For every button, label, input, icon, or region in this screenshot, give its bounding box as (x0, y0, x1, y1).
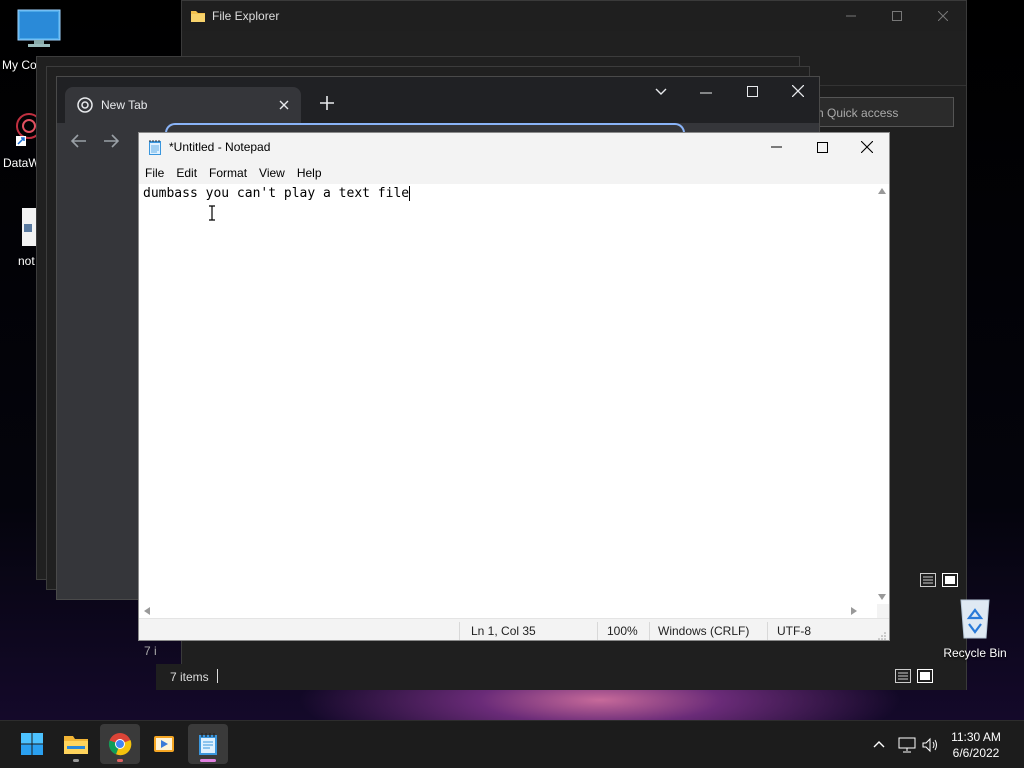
desktop: My Co DataW not File Explorer h Quick ac… (0, 0, 1024, 720)
notepad-maximize-button[interactable] (799, 133, 845, 161)
chrome-tab-strip: New Tab (57, 77, 819, 123)
chrome-tab-new-tab[interactable]: New Tab (65, 87, 301, 123)
menu-view[interactable]: View (253, 163, 291, 185)
status-encoding: UTF-8 (777, 624, 811, 638)
explorer-status-fragment: 7 i (144, 644, 157, 658)
chrome-tab-title: New Tab (101, 98, 148, 112)
text-cursor-icon (209, 205, 215, 221)
scroll-up-arrow-icon[interactable] (878, 188, 886, 194)
text-caret (409, 186, 411, 201)
notepad-close-button[interactable] (844, 133, 889, 161)
notepad-app-icon (149, 140, 161, 155)
running-indicator (200, 759, 216, 762)
chrome-logo-icon (108, 733, 132, 756)
maximize-icon (892, 11, 902, 21)
notepad-text-area[interactable]: dumbass you can't play a text file (139, 184, 875, 604)
status-cursor-position: Ln 1, Col 35 (471, 624, 536, 638)
maximize-icon (816, 141, 828, 153)
desktop-icon-recycle-bin[interactable]: Recycle Bin (940, 594, 1010, 660)
scroll-right-arrow-icon[interactable] (851, 607, 857, 615)
resize-grip-icon[interactable] (877, 631, 887, 641)
close-icon[interactable] (279, 100, 289, 110)
notepad-vertical-scrollbar[interactable] (875, 184, 889, 604)
explorer-maximize-button[interactable] (874, 1, 920, 31)
forward-arrow-icon[interactable] (103, 134, 119, 148)
status-zoom: 100% (607, 624, 638, 638)
taskbar-media-player[interactable] (144, 724, 184, 764)
volume-icon[interactable] (922, 737, 940, 753)
menu-edit[interactable]: Edit (170, 163, 203, 185)
running-indicator (73, 759, 79, 762)
explorer-status-divider (217, 669, 218, 683)
notepad-horizontal-scrollbar[interactable] (139, 604, 877, 618)
status-separator (459, 622, 460, 640)
menu-file[interactable]: File (139, 163, 170, 185)
windows-logo-icon (21, 733, 43, 755)
tab-search-chevron-icon[interactable] (655, 88, 667, 96)
notepad-app-icon (199, 733, 217, 755)
minimize-icon (770, 146, 782, 148)
explorer-item-count-visible: 7 items (170, 670, 209, 684)
status-line-ending: Windows (CRLF) (658, 624, 750, 638)
scroll-left-arrow-icon[interactable] (144, 607, 150, 615)
explorer-close-button[interactable] (920, 1, 966, 31)
menu-help[interactable]: Help (291, 163, 328, 185)
minimize-icon[interactable] (700, 92, 712, 94)
folder-icon (191, 11, 205, 22)
folder-icon (64, 736, 88, 754)
explorer-bottom-view-toggle[interactable] (895, 669, 933, 683)
close-icon[interactable] (792, 85, 804, 97)
back-arrow-icon[interactable] (71, 134, 87, 148)
status-separator (767, 622, 768, 640)
minimize-icon (846, 15, 856, 17)
new-tab-plus-icon[interactable] (320, 96, 334, 110)
explorer-minimize-button[interactable] (828, 1, 874, 31)
chrome-logo-icon (77, 97, 93, 113)
running-indicator (117, 759, 123, 762)
details-view-icon[interactable] (920, 573, 936, 587)
explorer-view-toggle[interactable] (920, 573, 958, 587)
media-player-icon (154, 736, 174, 752)
start-button[interactable] (12, 724, 52, 764)
tray-overflow-chevron-icon[interactable] (873, 740, 885, 748)
taskbar: 11:30 AM 6/6/2022 (0, 720, 1024, 768)
monitor-icon (17, 9, 61, 47)
status-separator (649, 622, 650, 640)
notepad-menu-bar: File Edit Format View Help (139, 163, 328, 185)
tiles-view-icon[interactable] (917, 669, 933, 683)
network-icon[interactable] (898, 737, 916, 753)
clock-time[interactable]: 11:30 AM (946, 730, 1006, 744)
close-icon (938, 11, 948, 21)
desktop-icon-label: Recycle Bin (943, 646, 1007, 660)
recycle-bin-icon (960, 599, 990, 639)
explorer-search-input[interactable]: h Quick access (812, 97, 954, 127)
status-separator (597, 622, 598, 640)
taskbar-file-explorer[interactable] (56, 724, 96, 764)
maximize-icon[interactable] (747, 86, 758, 97)
notepad-minimize-button[interactable] (753, 133, 799, 161)
notepad-text-content: dumbass you can't play a text file (143, 186, 410, 201)
taskbar-chrome[interactable] (100, 724, 140, 764)
clock-date[interactable]: 6/6/2022 (946, 746, 1006, 760)
notepad-titlebar[interactable]: *Untitled - Notepad (139, 133, 889, 161)
explorer-bottom-statusbar (156, 664, 966, 690)
close-icon (861, 141, 873, 153)
scroll-down-arrow-icon[interactable] (878, 594, 886, 600)
tiles-view-icon[interactable] (942, 573, 958, 587)
details-view-icon[interactable] (895, 669, 911, 683)
notepad-window[interactable]: *Untitled - Notepad File Edit Format Vie… (138, 132, 890, 641)
menu-format[interactable]: Format (203, 163, 253, 185)
notepad-title: *Untitled - Notepad (169, 140, 271, 154)
notepad-status-bar: Ln 1, Col 35 100% Windows (CRLF) UTF-8 (139, 618, 889, 641)
explorer-title: File Explorer (212, 9, 280, 23)
taskbar-notepad[interactable] (188, 724, 228, 764)
